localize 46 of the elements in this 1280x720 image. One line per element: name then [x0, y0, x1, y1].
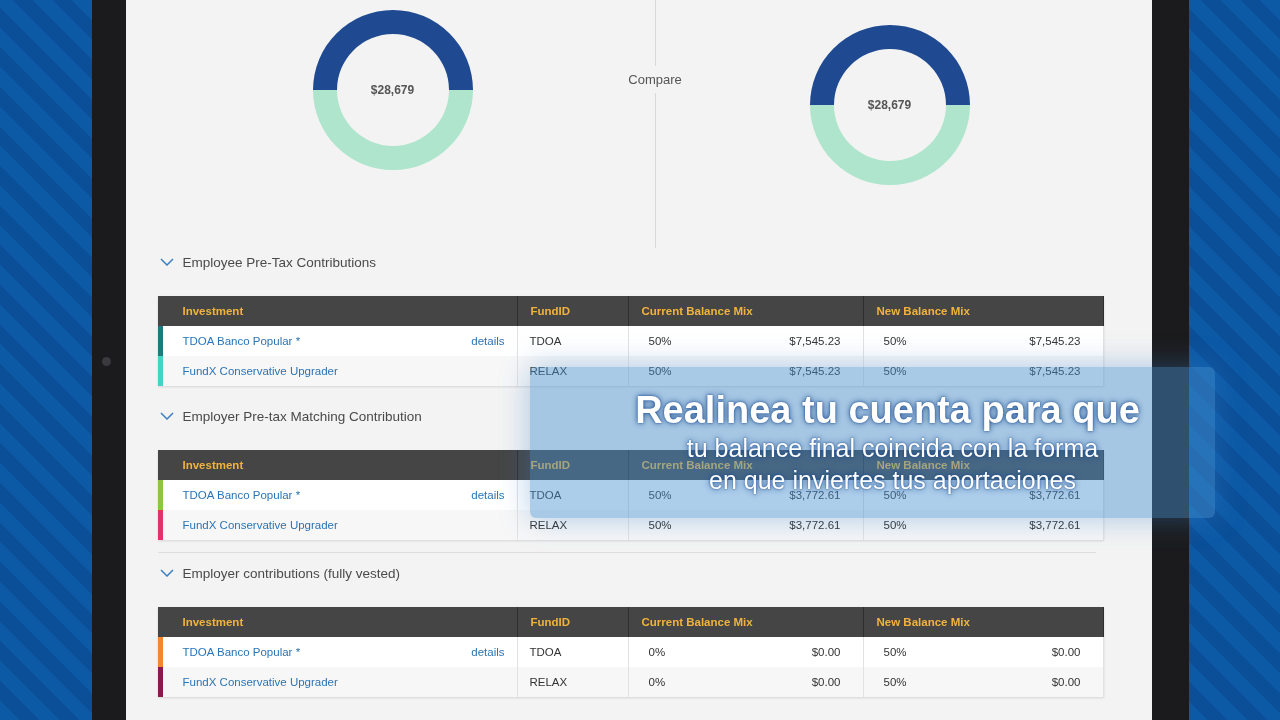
amount-value: $3,772.61: [789, 519, 841, 531]
amount-value: $0.00: [1051, 646, 1081, 658]
fund-name-link[interactable]: FundX Conservative Upgrader: [182, 676, 338, 688]
fund-id: TDOA: [529, 335, 562, 347]
section-title[interactable]: Employee Pre-Tax Contributions: [182, 254, 377, 270]
amount-value: $0.00: [811, 676, 841, 688]
amount-value: $3,772.61: [1029, 519, 1081, 531]
percent-value: 50%: [648, 365, 672, 377]
fund-id: RELAX: [529, 365, 568, 377]
amount-value: $7,545.23: [1029, 335, 1081, 347]
amount-value: $0.00: [1051, 676, 1081, 688]
chevron-icon[interactable]: [159, 412, 174, 420]
percent-value: 50%: [883, 676, 907, 688]
details-link[interactable]: details: [471, 335, 505, 347]
percent-value: 0%: [648, 646, 666, 658]
balance-total: $28,679: [369, 83, 416, 97]
fund-name-link[interactable]: TDOA Banco Popular *: [182, 489, 301, 501]
percent-value: 50%: [648, 335, 672, 347]
details-link[interactable]: details: [471, 646, 505, 658]
amount-value: $7,545.23: [789, 335, 841, 347]
camera-icon: [101, 357, 111, 366]
caption-title: Realinea tu cuenta para que: [635, 388, 1140, 433]
fund-id: RELAX: [529, 519, 568, 531]
fund-id: TDOA: [529, 646, 562, 658]
percent-value: 50%: [648, 489, 672, 501]
section-title[interactable]: Employer contributions (fully vested): [182, 565, 401, 581]
chevron-icon[interactable]: [159, 258, 174, 266]
amount-value: $7,545.23: [789, 365, 841, 377]
percent-value: 50%: [883, 365, 907, 377]
chevron-icon[interactable]: [159, 569, 174, 577]
percent-value: 50%: [883, 519, 907, 531]
fund-name-link[interactable]: FundX Conservative Upgrader: [182, 365, 338, 377]
fund-id: TDOA: [529, 489, 562, 501]
details-link[interactable]: details: [471, 489, 505, 501]
percent-value: 50%: [648, 519, 672, 531]
fund-name-link[interactable]: TDOA Banco Popular *: [182, 646, 301, 658]
fund-name-link[interactable]: TDOA Banco Popular *: [182, 335, 301, 347]
percent-value: 0%: [648, 676, 666, 688]
fund-id: RELAX: [529, 676, 568, 688]
balance-total: $28,679: [866, 98, 913, 112]
percent-value: 50%: [883, 335, 907, 347]
percent-value: 50%: [883, 646, 907, 658]
fund-name-link[interactable]: FundX Conservative Upgrader: [182, 519, 338, 531]
section-title[interactable]: Employer Pre-tax Matching Contribution: [182, 408, 422, 424]
amount-value: $0.00: [811, 646, 841, 658]
amount-value: $7,545.23: [1029, 365, 1081, 377]
